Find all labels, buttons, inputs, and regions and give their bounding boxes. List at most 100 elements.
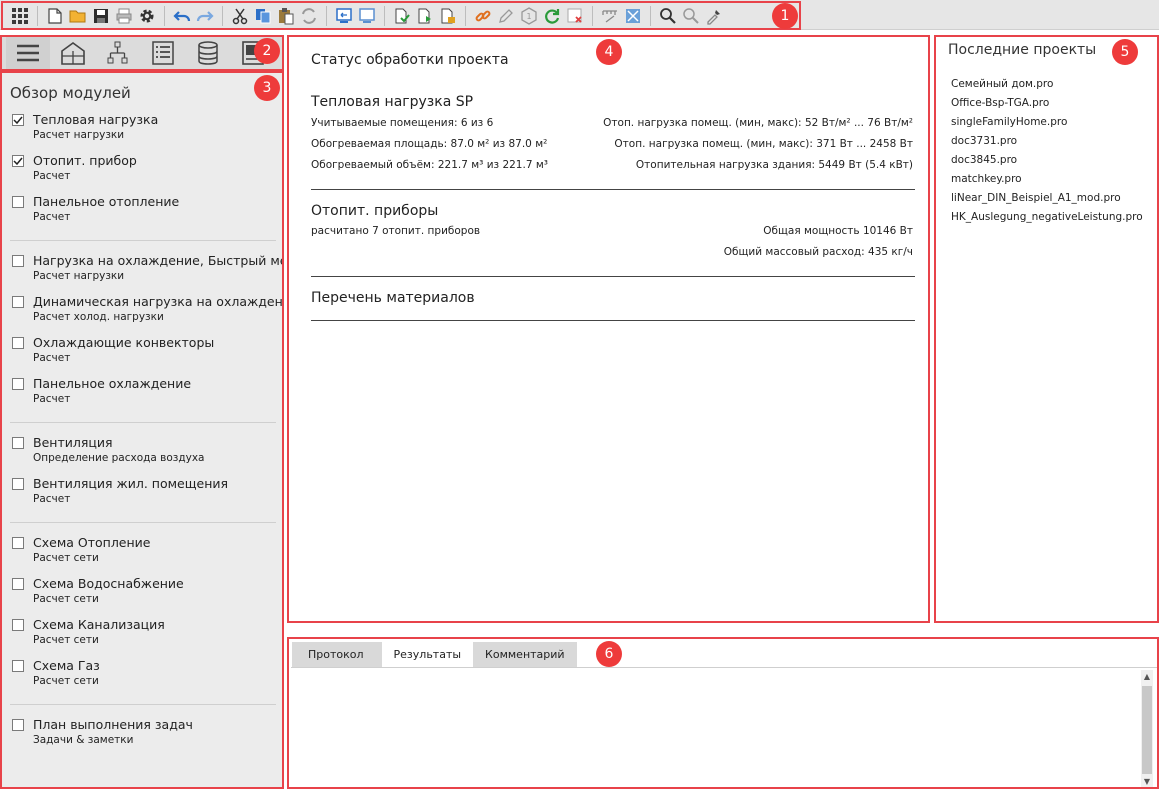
module-item[interactable]: Схема Газ Расчет сети	[12, 658, 282, 687]
recent-project-item[interactable]: Office-Bsp-TGA.pro	[951, 97, 1049, 109]
module-item[interactable]: Тепловая нагрузка Расчет нагрузки	[12, 112, 282, 141]
toolbar-separator	[650, 5, 651, 26]
svg-text:1: 1	[526, 12, 531, 21]
module-item[interactable]: Нагрузка на охлаждение, Быстрый метод Ра…	[12, 253, 282, 282]
print-icon[interactable]	[113, 5, 135, 27]
output-tabs: Протокол Результаты Комментарий	[292, 642, 577, 667]
section-divider	[311, 320, 915, 321]
building-icon	[61, 42, 85, 65]
tab-comment[interactable]: Комментарий	[473, 642, 577, 667]
recent-project-item[interactable]: Семейный дом.pro	[951, 78, 1053, 90]
module-item[interactable]: Охлаждающие конвекторы Расчет	[12, 335, 282, 364]
module-item[interactable]: Вентиляция жил. помещения Расчет	[12, 476, 282, 505]
scrollbar-thumb[interactable]	[1142, 686, 1152, 774]
module-checkbox[interactable]	[12, 195, 24, 208]
module-checkbox[interactable]	[12, 659, 24, 672]
callout-badge-6: 6	[596, 641, 622, 667]
delete-icon[interactable]	[564, 5, 586, 27]
module-checkbox[interactable]	[12, 618, 24, 631]
callout-badge-2: 2	[254, 38, 280, 64]
module-checkbox[interactable]	[12, 254, 24, 267]
recent-project-item[interactable]: HK_Auslegung_negativeLeistung.pro	[951, 211, 1143, 223]
module-item[interactable]: Панельное охлаждение Расчет	[12, 376, 282, 405]
copy-icon[interactable]	[252, 5, 274, 27]
radiators-mass-flow: Общий массовый расход: 435 кг/ч	[723, 246, 913, 258]
pencil-icon[interactable]	[495, 5, 517, 27]
replace-icon[interactable]	[298, 5, 320, 27]
tab-protocol[interactable]: Протокол	[292, 642, 382, 667]
paste-icon[interactable]	[275, 5, 297, 27]
heat-load-title[interactable]: Тепловая нагрузка SP	[311, 94, 473, 110]
module-checkbox[interactable]	[12, 477, 24, 490]
module-item[interactable]: Схема Водоснабжение Расчет сети	[12, 576, 282, 605]
check-icon	[13, 116, 23, 124]
fit-view-icon[interactable]	[622, 5, 644, 27]
heat-load-room-range-area: Отоп. нагрузка помещ. (мин, макс): 52 Вт…	[603, 117, 913, 129]
module-checkbox[interactable]	[12, 536, 24, 549]
module-item[interactable]: Отопит. прибор Расчет	[12, 153, 282, 182]
redo-icon[interactable]	[194, 5, 216, 27]
module-item[interactable]: Схема Отопление Расчет сети	[12, 535, 282, 564]
file-next-icon[interactable]	[414, 5, 436, 27]
radiators-total-power: Общая мощность 10146 Вт	[763, 225, 913, 237]
zoom-extent-icon[interactable]	[680, 5, 702, 27]
module-item[interactable]: Вентиляция Определение расхода воздуха	[12, 435, 282, 464]
tab-results[interactable]: Результаты	[381, 642, 474, 667]
export-icon[interactable]	[356, 5, 378, 27]
module-checkbox[interactable]	[12, 718, 24, 731]
module-checkbox[interactable]	[12, 377, 24, 390]
zoom-icon[interactable]	[657, 5, 679, 27]
recent-project-item[interactable]: doc3845.pro	[951, 154, 1017, 166]
toolbar-separator	[326, 5, 327, 26]
ruler-icon[interactable]	[599, 5, 621, 27]
recent-project-item[interactable]: liNear_DIN_Beispiel_A1_mod.pro	[951, 192, 1121, 204]
undo-icon[interactable]	[171, 5, 193, 27]
module-checkbox[interactable]	[12, 436, 24, 449]
toolbar-separator	[164, 5, 165, 26]
settings-gear-icon[interactable]	[136, 5, 158, 27]
module-item[interactable]: Схема Канализация Расчет сети	[12, 617, 282, 646]
tab-list[interactable]	[141, 37, 185, 69]
pipette-icon[interactable]	[703, 5, 725, 27]
heat-load-building: Отопительная нагрузка здания: 5449 Вт (5…	[635, 159, 913, 171]
module-checkbox[interactable]	[12, 113, 24, 126]
apps-grid-icon[interactable]	[9, 5, 31, 27]
save-icon[interactable]	[90, 5, 112, 27]
open-folder-icon[interactable]	[67, 5, 89, 27]
recent-projects-title: Последние проекты	[948, 42, 1097, 58]
module-item[interactable]: Динамическая нагрузка на охлаждение Расч…	[12, 294, 282, 323]
group-divider	[10, 240, 276, 241]
info-badge-icon[interactable]: 1	[518, 5, 540, 27]
cut-icon[interactable]	[229, 5, 251, 27]
recent-project-item[interactable]: singleFamilyHome.pro	[951, 116, 1067, 128]
group-divider	[10, 704, 276, 705]
file-calc-icon[interactable]	[437, 5, 459, 27]
toolbar-separator	[465, 5, 466, 26]
tab-menu[interactable]	[6, 37, 50, 69]
callout-badge-4: 4	[596, 39, 622, 65]
scroll-up-icon[interactable]: ▲	[1141, 670, 1153, 682]
import-icon[interactable]	[333, 5, 355, 27]
module-checkbox[interactable]	[12, 295, 24, 308]
module-checkbox[interactable]	[12, 336, 24, 349]
module-item[interactable]: План выполнения задач Задачи & заметки	[12, 717, 282, 746]
module-checkbox[interactable]	[12, 577, 24, 590]
main-toolbar: 1	[1, 1, 801, 30]
vertical-scrollbar[interactable]: ▲ ▼	[1141, 670, 1153, 787]
file-check-icon[interactable]	[391, 5, 413, 27]
scroll-down-icon[interactable]: ▼	[1141, 775, 1153, 787]
radiators-title[interactable]: Отопит. приборы	[311, 203, 438, 219]
materials-title[interactable]: Перечень материалов	[311, 290, 475, 306]
tab-network[interactable]	[96, 37, 140, 69]
module-checkbox[interactable]	[12, 154, 24, 167]
module-item[interactable]: Панельное отопление Расчет	[12, 194, 282, 223]
tab-database[interactable]	[186, 37, 230, 69]
refresh-icon[interactable]	[541, 5, 563, 27]
group-divider	[10, 522, 276, 523]
tab-building[interactable]	[51, 37, 95, 69]
recent-project-item[interactable]: matchkey.pro	[951, 173, 1022, 185]
new-file-icon[interactable]	[44, 5, 66, 27]
recent-project-item[interactable]: doc3731.pro	[951, 135, 1017, 147]
status-title: Статус обработки проекта	[311, 52, 509, 68]
link-icon[interactable]	[472, 5, 494, 27]
